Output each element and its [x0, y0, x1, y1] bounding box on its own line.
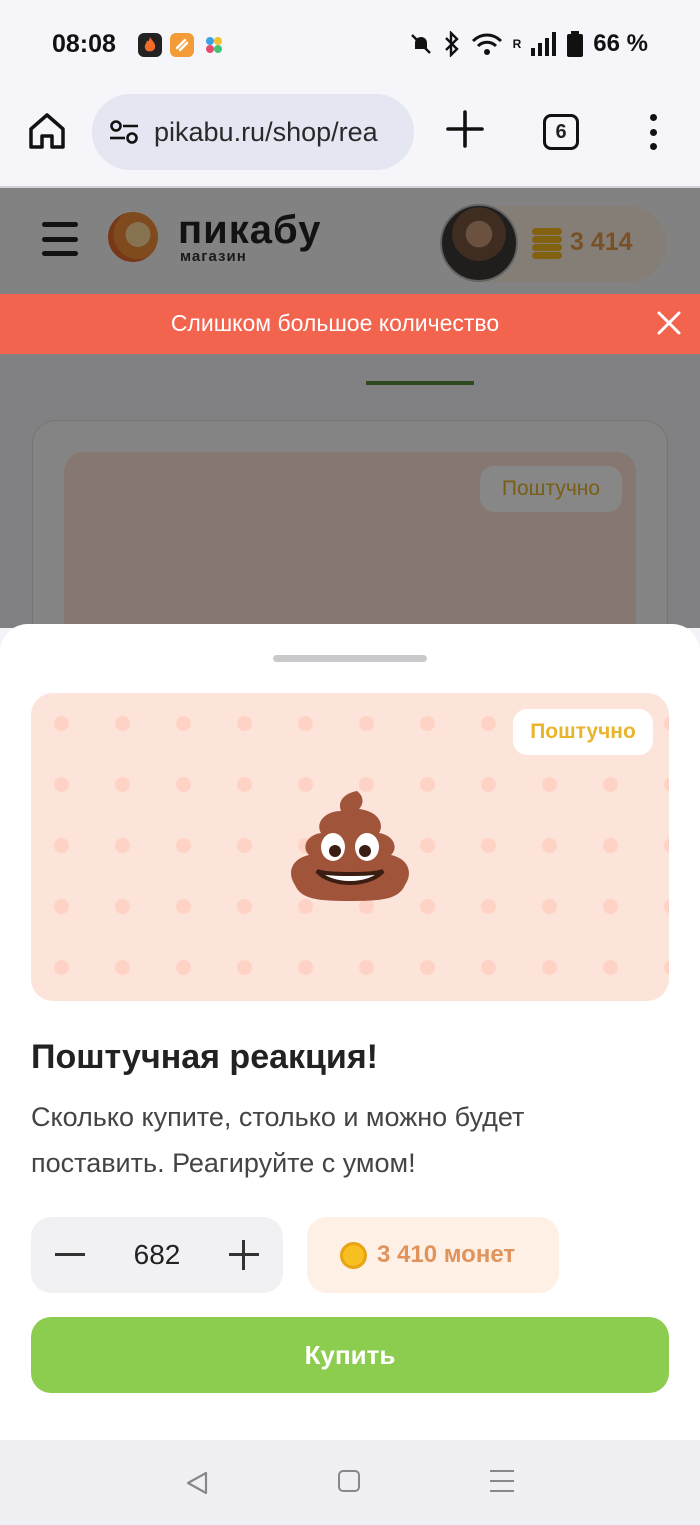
network-label: R [512, 37, 522, 51]
address-bar[interactable]: pikabu.ru/shop/rea [92, 94, 414, 170]
home-nav-icon[interactable] [338, 1470, 360, 1492]
price-text: 3 410 монет [377, 1241, 516, 1268]
site-settings-icon[interactable] [108, 119, 140, 145]
error-banner: Слишком большое количество [0, 294, 700, 354]
sheet-title: Поштучная реакция! [31, 1038, 378, 1076]
fire-app-icon [138, 33, 162, 57]
orange-app-icon [170, 33, 194, 57]
status-indicators: R 66 % [409, 30, 648, 58]
battery-icon [567, 31, 584, 57]
status-bar: 08:08 R 66 % [0, 0, 700, 92]
browser-toolbar: pikabu.ru/shop/rea 6 [0, 92, 700, 188]
system-navigation-bar [0, 1440, 700, 1525]
status-app-icons [138, 33, 226, 57]
dots-app-icon [202, 33, 226, 57]
url-text[interactable]: pikabu.ru/shop/rea [154, 117, 378, 148]
back-icon[interactable] [184, 1470, 210, 1496]
recents-icon[interactable] [490, 1470, 514, 1492]
purchase-bottom-sheet: Поштучно Поштучная реакция! Сколько купи… [0, 624, 700, 1440]
sheet-drag-handle[interactable] [273, 655, 427, 662]
new-tab-icon[interactable] [444, 108, 486, 150]
tab-switcher-button[interactable]: 6 [543, 114, 579, 150]
browser-menu-icon[interactable] [640, 112, 666, 152]
signal-icon [531, 32, 557, 56]
price-chip: 3 410 монет [307, 1217, 559, 1293]
mute-icon [410, 34, 431, 54]
quantity-stepper: 682 [31, 1217, 283, 1293]
buy-button[interactable]: Купить [31, 1317, 669, 1393]
error-text: Слишком большое количество [170, 310, 500, 336]
sheet-description: Сколько купите, столько и можно будет по… [31, 1102, 525, 1178]
coin-icon [340, 1242, 367, 1269]
modal-backdrop[interactable] [0, 188, 700, 628]
increase-button[interactable] [229, 1240, 259, 1270]
status-time: 08:08 [52, 30, 116, 58]
home-icon[interactable] [26, 110, 68, 152]
reaction-preview: Поштучно [31, 693, 669, 1001]
close-icon[interactable] [654, 308, 684, 338]
tab-count: 6 [555, 120, 567, 143]
battery-percent: 66 % [593, 30, 648, 57]
wifi-icon [471, 33, 502, 55]
bluetooth-icon [444, 31, 459, 57]
pile-of-poo-icon [291, 791, 409, 901]
piece-badge: Поштучно [513, 709, 653, 755]
